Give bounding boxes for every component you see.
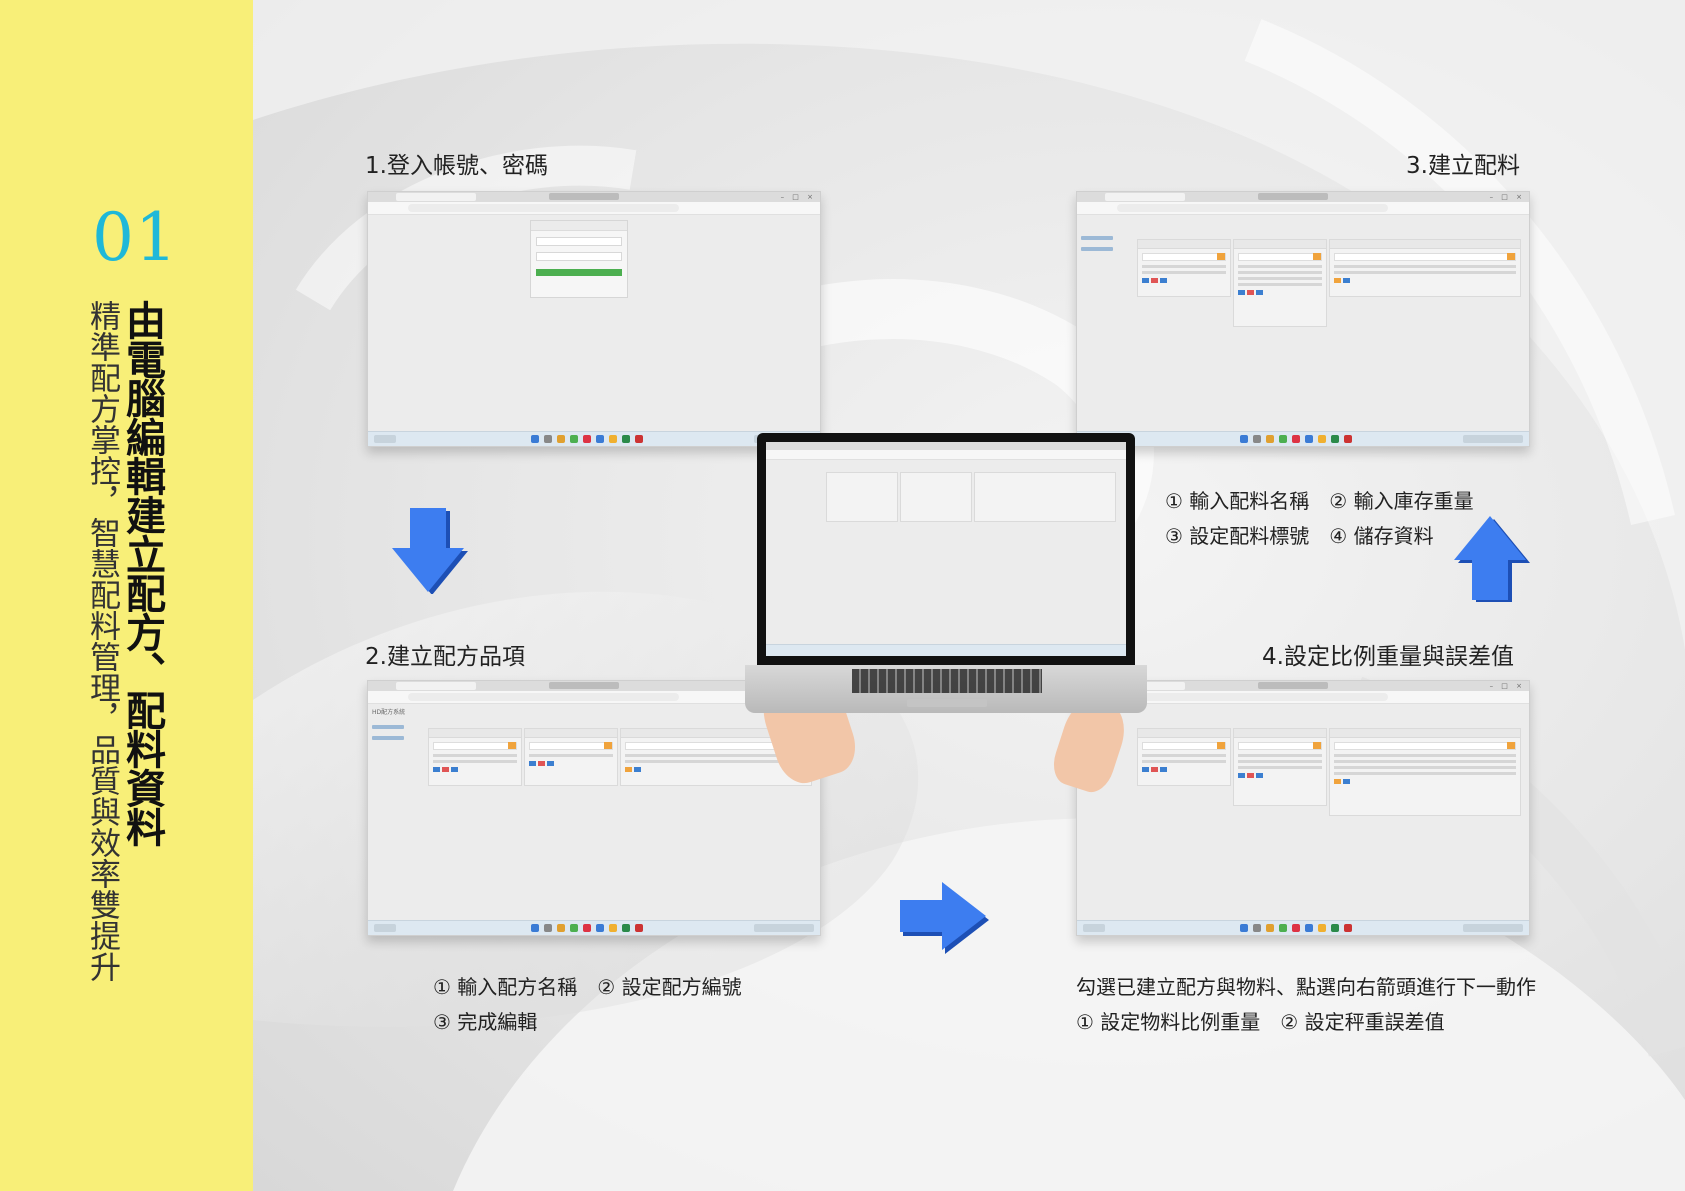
step2-note-2: ③ 完成編輯 bbox=[433, 1010, 538, 1034]
section-title: 由電腦編輯建立配方、配料資料 bbox=[119, 300, 165, 846]
login-screenshot: – □ × bbox=[367, 191, 821, 447]
section-number: 01 bbox=[92, 199, 178, 276]
step3-note-2: ③ 設定配料標號 ④ 儲存資料 bbox=[1165, 524, 1434, 548]
arrow-up-icon bbox=[1454, 516, 1530, 602]
step2-title: 2.建立配方品項 bbox=[365, 644, 525, 670]
sidebar-panel: 01 由電腦編輯建立配方、配料資料 精準配方掌控，智慧配料管理，品質與效率雙提升 bbox=[0, 0, 253, 1191]
arrow-down-icon bbox=[392, 508, 468, 594]
step4-title: 4.設定比例重量與誤差值 bbox=[1262, 644, 1514, 670]
section-subtitle: 精準配方掌控，智慧配料管理，品質與效率雙提升 bbox=[84, 300, 120, 982]
step2-note-1: ① 輸入配方名稱 ② 設定配方編號 bbox=[433, 975, 742, 999]
step4-note-2: ① 設定物料比例重量 ② 設定秤重誤差值 bbox=[1076, 1010, 1445, 1034]
materials-screenshot: – □ × bbox=[1076, 191, 1530, 447]
laptop-image bbox=[745, 433, 1147, 713]
step1-title: 1.登入帳號、密碼 bbox=[365, 153, 548, 179]
ratio-screenshot: – □ × HD配方系統 bbox=[1076, 680, 1530, 936]
formula-screenshot: – □ × HD配方系統 bbox=[367, 680, 821, 936]
step3-title: 3.建立配料 bbox=[1406, 153, 1520, 179]
step3-note-1: ① 輸入配料名稱 ② 輸入庫存重量 bbox=[1165, 489, 1474, 513]
arrow-right-icon bbox=[900, 882, 989, 954]
login-form bbox=[530, 220, 628, 298]
step4-note-1: 勾選已建立配方與物料、點選向右箭頭進行下一動作 bbox=[1076, 975, 1536, 999]
